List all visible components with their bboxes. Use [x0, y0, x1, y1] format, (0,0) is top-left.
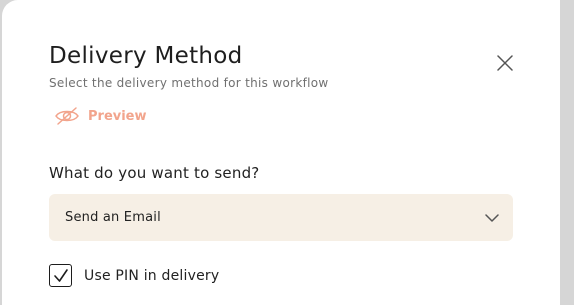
checkmark-icon: [53, 268, 68, 282]
delivery-method-dialog: Delivery Method Select the delivery meth…: [2, 0, 560, 305]
close-button[interactable]: [494, 52, 516, 74]
dialog-title: Delivery Method: [49, 43, 243, 69]
preview-button[interactable]: Preview: [54, 106, 147, 126]
pin-checkbox[interactable]: [49, 264, 72, 287]
dialog-subtitle: Select the delivery method for this work…: [49, 76, 329, 90]
select-value: Send an Email: [65, 210, 161, 225]
chevron-down-icon: [485, 213, 499, 222]
send-question-label: What do you want to send?: [49, 164, 260, 182]
delivery-type-select[interactable]: Send an Email: [49, 194, 513, 241]
pin-checkbox-label: Use PIN in delivery: [84, 267, 220, 284]
pin-option-row: Use PIN in delivery: [49, 264, 219, 287]
preview-label: Preview: [88, 108, 147, 124]
eye-off-icon: [55, 107, 79, 125]
close-icon: [497, 55, 513, 71]
